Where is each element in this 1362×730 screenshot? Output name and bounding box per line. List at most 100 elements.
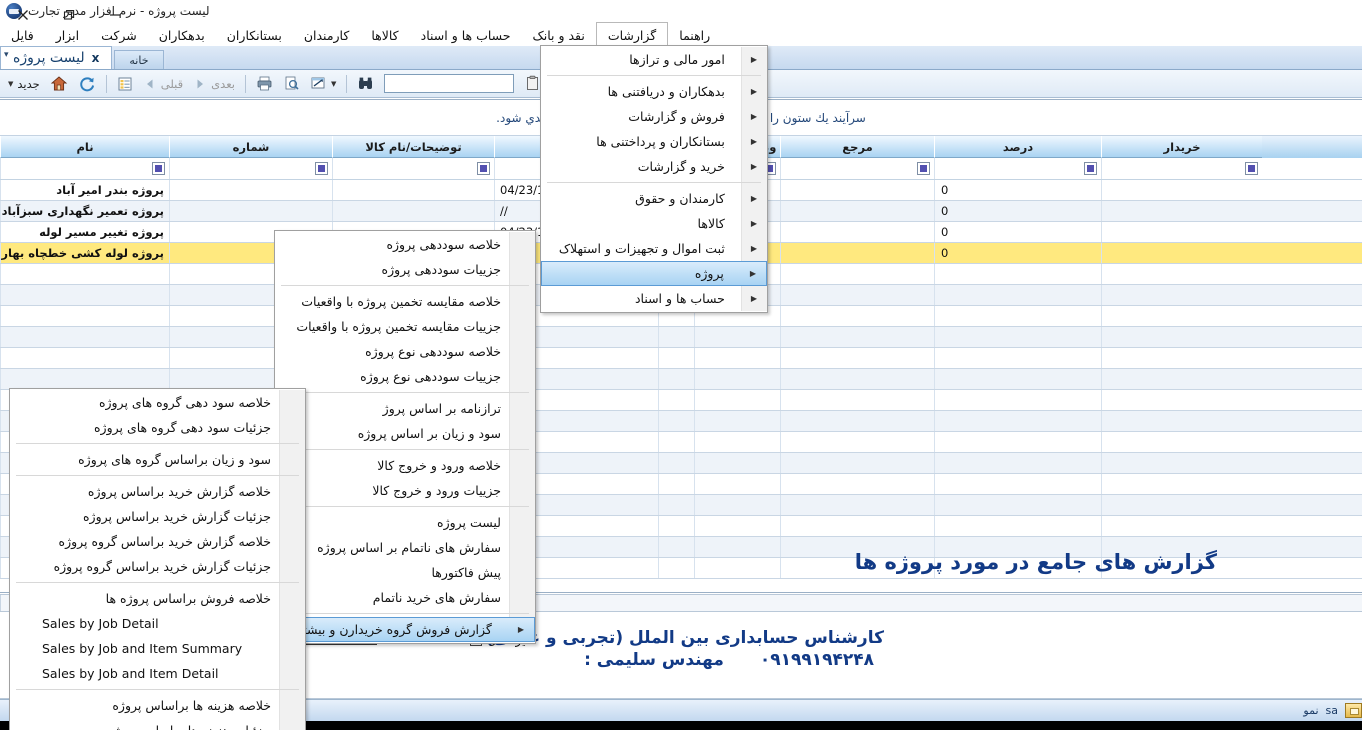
table-cell-empty: [694, 516, 780, 536]
tab-close-icon[interactable]: x: [92, 51, 100, 65]
menu-reports-item-11[interactable]: حساب ها و اسناد ▶: [541, 286, 767, 311]
table-cell-empty: [780, 432, 934, 452]
menu-sales-item-6[interactable]: جزئیات گزارش خرید براساس پروژه: [10, 504, 305, 529]
menu-sales-item-7[interactable]: خلاصه گزارش خرید براساس گروه پروژه: [10, 529, 305, 554]
next-record-button[interactable]: بعدی: [189, 72, 239, 96]
grid-column-header-7[interactable]: درصد: [934, 136, 1101, 158]
grid-filter-cell-2[interactable]: [332, 158, 494, 179]
home-toolbar-button[interactable]: [46, 72, 72, 96]
menu-reports-item-9[interactable]: ثبت اموال و تجهیزات و استهلاک ▶: [541, 236, 767, 261]
menu-project-item-11[interactable]: خلاصه ورود و خروج کالا: [275, 453, 535, 478]
menubar-item-2[interactable]: شرکت: [90, 22, 148, 46]
tab-scroll-down-icon[interactable]: ▾: [4, 50, 9, 60]
table-cell-empty: [934, 390, 1101, 410]
table-row-empty[interactable]: [0, 369, 1362, 390]
menu-project-item-6[interactable]: جزییات سوددهی نوع پروژه: [275, 364, 535, 389]
grid-column-header-8[interactable]: خریدار: [1101, 136, 1262, 158]
grid-column-header-0[interactable]: نام: [0, 136, 169, 158]
menu-sales-item-0[interactable]: خلاصه سود دهی گروه های پروژه: [10, 390, 305, 415]
menu-project-item-8[interactable]: ترازنامه بر اساس پروژ: [275, 396, 535, 421]
menu-project-item-3[interactable]: خلاصه مقایسه تخمین پروژه با واقعیات: [275, 289, 535, 314]
binoculars-search-button[interactable]: [353, 72, 378, 96]
grid-column-header-6[interactable]: مرجع: [780, 136, 934, 158]
export-button[interactable]: ▼: [306, 72, 340, 96]
menubar-item-6[interactable]: کالاها: [360, 22, 409, 46]
menubar-item-5[interactable]: کارمندان: [293, 22, 360, 46]
menu-project-item-16[interactable]: پیش فاکتورها: [275, 560, 535, 585]
table-cell-empty: [658, 474, 694, 494]
menubar-item-label: نقد و بانک: [532, 28, 585, 43]
menu-sales-item-3[interactable]: سود و زیان براساس گروه های پروژه: [10, 447, 305, 472]
list-toolbar-button[interactable]: [113, 72, 137, 96]
previous-record-button[interactable]: قبلی: [139, 72, 187, 96]
menu-reports-item-7[interactable]: کارمندان و حقوق ▶: [541, 186, 767, 211]
filter-button-icon[interactable]: [1245, 162, 1258, 175]
menu-project-item-9[interactable]: سود و زیان بر اساس پروژه: [275, 421, 535, 446]
menu-item-label: خلاصه مقایسه تخمین پروژه با واقعیات: [301, 294, 501, 309]
filter-button-icon[interactable]: [315, 162, 328, 175]
menu-reports-item-4[interactable]: بستانکاران و پرداختنی ها ▶: [541, 129, 767, 154]
menu-reports-item-10[interactable]: پروژه ▶: [541, 261, 767, 286]
menu-sales-item-1[interactable]: جزئیات سود دهی گروه های پروژه: [10, 415, 305, 440]
filter-button-icon[interactable]: [1084, 162, 1097, 175]
menu-project-item-0[interactable]: خلاصه سوددهی پروژه: [275, 232, 535, 257]
grid-column-header-1[interactable]: شماره: [169, 136, 332, 158]
refresh-toolbar-button[interactable]: [74, 72, 100, 96]
filter-button-icon[interactable]: [152, 162, 165, 175]
menu-reports-item-5[interactable]: خرید و گزارشات ▶: [541, 154, 767, 179]
grid-filter-cell-7[interactable]: [934, 158, 1101, 179]
print-button[interactable]: [252, 72, 277, 96]
filter-button-icon[interactable]: [917, 162, 930, 175]
menubar-item-4[interactable]: بستانکاران: [216, 22, 293, 46]
menu-item-label: خلاصه هزینه ها براساس پروژه: [112, 698, 271, 713]
filter-button-icon[interactable]: [477, 162, 490, 175]
menu-project-item-14[interactable]: لیست پروژه: [275, 510, 535, 535]
tab-project-list[interactable]: لیست پروژه x: [0, 46, 113, 69]
menu-project-item-1[interactable]: جزییات سوددهی پروژه: [275, 257, 535, 282]
menu-project-item-5[interactable]: خلاصه سوددهی نوع پروژه: [275, 339, 535, 364]
menubar-item-8[interactable]: نقد و بانک: [522, 22, 596, 46]
grid-filter-cell-8[interactable]: [1101, 158, 1262, 179]
grid-column-header-2[interactable]: توضیحات/نام کالا: [332, 136, 494, 158]
menu-sales-item-5[interactable]: خلاصه گزارش خرید براساس پروژه: [10, 479, 305, 504]
menu-sales-item-12[interactable]: Sales by Job and Item Summary: [10, 636, 305, 661]
grid-filter-cell-6[interactable]: [780, 158, 934, 179]
menu-reports-item-0[interactable]: امور مالی و ترازها ▶: [541, 47, 767, 72]
menu-project-item-19[interactable]: گزارش فروش گروه خریدارن و بیشتر ▶: [275, 617, 535, 642]
grid-filter-cell-0[interactable]: [0, 158, 169, 179]
table-cell-empty: [1101, 348, 1262, 368]
menu-item-label: بستانکاران و پرداختنی ها: [596, 134, 725, 149]
menubar-item-7[interactable]: حساب ها و اسناد: [410, 22, 522, 46]
grid-filter-cell-1[interactable]: [169, 158, 332, 179]
menu-project-item-17[interactable]: سفارش های خرید ناتمام: [275, 585, 535, 610]
menu-project-item-15[interactable]: سفارش های ناتمام بر اساس پروژه: [275, 535, 535, 560]
menubar-item-9[interactable]: گزارشات: [595, 22, 669, 46]
print-preview-button[interactable]: [279, 72, 304, 96]
menu-reports-item-3[interactable]: فروش و گزارشات ▶: [541, 104, 767, 129]
new-toolbar-button[interactable]: ▼ جدید: [4, 72, 44, 96]
menu-reports-item-8[interactable]: کالاها ▶: [541, 211, 767, 236]
tab-home[interactable]: خانه: [114, 50, 164, 69]
menubar-item-10[interactable]: راهنما: [668, 22, 721, 46]
menu-sales-item-13[interactable]: Sales by Job and Item Detail: [10, 661, 305, 686]
table-row-empty[interactable]: [0, 348, 1362, 369]
menu-project-item-12[interactable]: جزییات ورود و خروج کالا: [275, 478, 535, 503]
menu-sales-item-16[interactable]: جزئیات هزینه ها براساس پروژه: [10, 718, 305, 730]
table-cell-empty: [780, 411, 934, 431]
table-row-empty[interactable]: [0, 327, 1362, 348]
table-cell-empty: [934, 516, 1101, 536]
menu-reports-item-2[interactable]: بدهكاران و دریافتنی ها ▶: [541, 79, 767, 104]
menu-sales-item-10[interactable]: خلاصه فروش براساس پروژه ها: [10, 586, 305, 611]
menubar-item-0[interactable]: فایل: [0, 22, 45, 46]
menu-sales-item-15[interactable]: خلاصه هزینه ها براساس پروژه: [10, 693, 305, 718]
menubar-item-3[interactable]: بدهکاران: [148, 22, 216, 46]
menu-project-item-4[interactable]: جزییات مقایسه تخمین پروژه با واقعیات: [275, 314, 535, 339]
application-window: لیست پروژه - نرم افزار مدیر تجارت فایل اب…: [0, 0, 1362, 730]
table-cell-empty: [780, 453, 934, 473]
search-input[interactable]: [384, 74, 515, 93]
menubar-item-1[interactable]: ابزار: [45, 22, 90, 46]
window-controls: [0, 0, 138, 22]
menu-sales-item-8[interactable]: جزئیات گزارش خرید براساس گروه پروژه: [10, 554, 305, 579]
table-cell-empty: [658, 348, 694, 368]
menu-sales-item-11[interactable]: Sales by Job Detail: [10, 611, 305, 636]
